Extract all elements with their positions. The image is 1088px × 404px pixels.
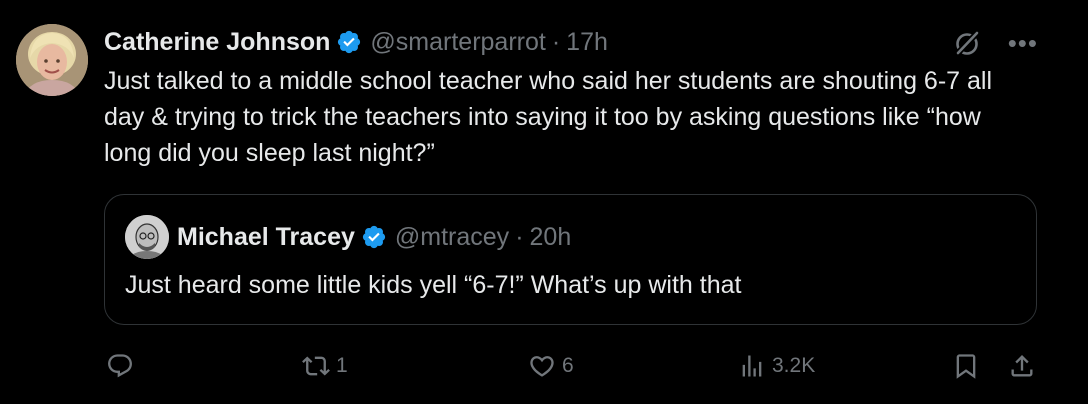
author-name[interactable]: Catherine Johnson — [104, 28, 330, 57]
quoted-header: Michael Tracey @mtracey · 20h — [177, 221, 571, 253]
avatar-image — [16, 24, 88, 96]
action-bar: 1 6 3.2K — [104, 346, 1034, 386]
share-icon — [1011, 355, 1033, 377]
verified-badge-icon[interactable] — [336, 29, 362, 55]
quoted-timestamp[interactable]: 20h — [530, 223, 572, 252]
retweet-icon — [302, 356, 330, 376]
tweet-top-actions: ••• — [952, 28, 1038, 58]
share-button[interactable] — [1008, 346, 1036, 386]
bookmark-icon — [956, 354, 976, 379]
heart-icon — [530, 356, 554, 377]
verified-badge-icon[interactable] — [361, 224, 387, 250]
like-button[interactable]: 6 — [528, 346, 574, 386]
separator-dot: · — [551, 27, 561, 56]
retweet-button[interactable]: 1 — [302, 346, 348, 386]
quoted-text: Just heard some little kids yell “6-7!” … — [125, 271, 742, 299]
quoted-avatar[interactable] — [125, 215, 169, 259]
views-button[interactable]: 3.2K — [738, 346, 815, 386]
views-icon — [742, 355, 762, 377]
views-count: 3.2K — [772, 354, 816, 377]
quoted-author-name[interactable]: Michael Tracey — [177, 223, 355, 252]
separator-dot: · — [515, 222, 524, 251]
grok-icon[interactable] — [952, 28, 982, 58]
author-handle[interactable]: @smarterparrot — [370, 28, 545, 57]
bookmark-button[interactable] — [952, 346, 980, 386]
timestamp[interactable]: 17h — [566, 28, 608, 57]
tweet-text: Just talked to a middle school teacher w… — [104, 67, 993, 167]
quoted-tweet[interactable]: Michael Tracey @mtracey · 20h Just heard… — [104, 194, 1037, 325]
more-icon[interactable]: ••• — [1008, 30, 1038, 56]
avatar[interactable] — [16, 24, 88, 96]
quoted-avatar-image — [125, 215, 169, 259]
retweet-count: 1 — [336, 354, 348, 377]
reply-icon — [108, 354, 132, 378]
quoted-author-handle[interactable]: @mtracey — [395, 223, 509, 252]
reply-button[interactable] — [106, 346, 140, 386]
tweet-header: Catherine Johnson @smarterparrot · 17h — [104, 26, 608, 58]
tweet[interactable]: Catherine Johnson @smarterparrot · 17h •… — [0, 0, 1088, 404]
like-count: 6 — [562, 354, 574, 377]
